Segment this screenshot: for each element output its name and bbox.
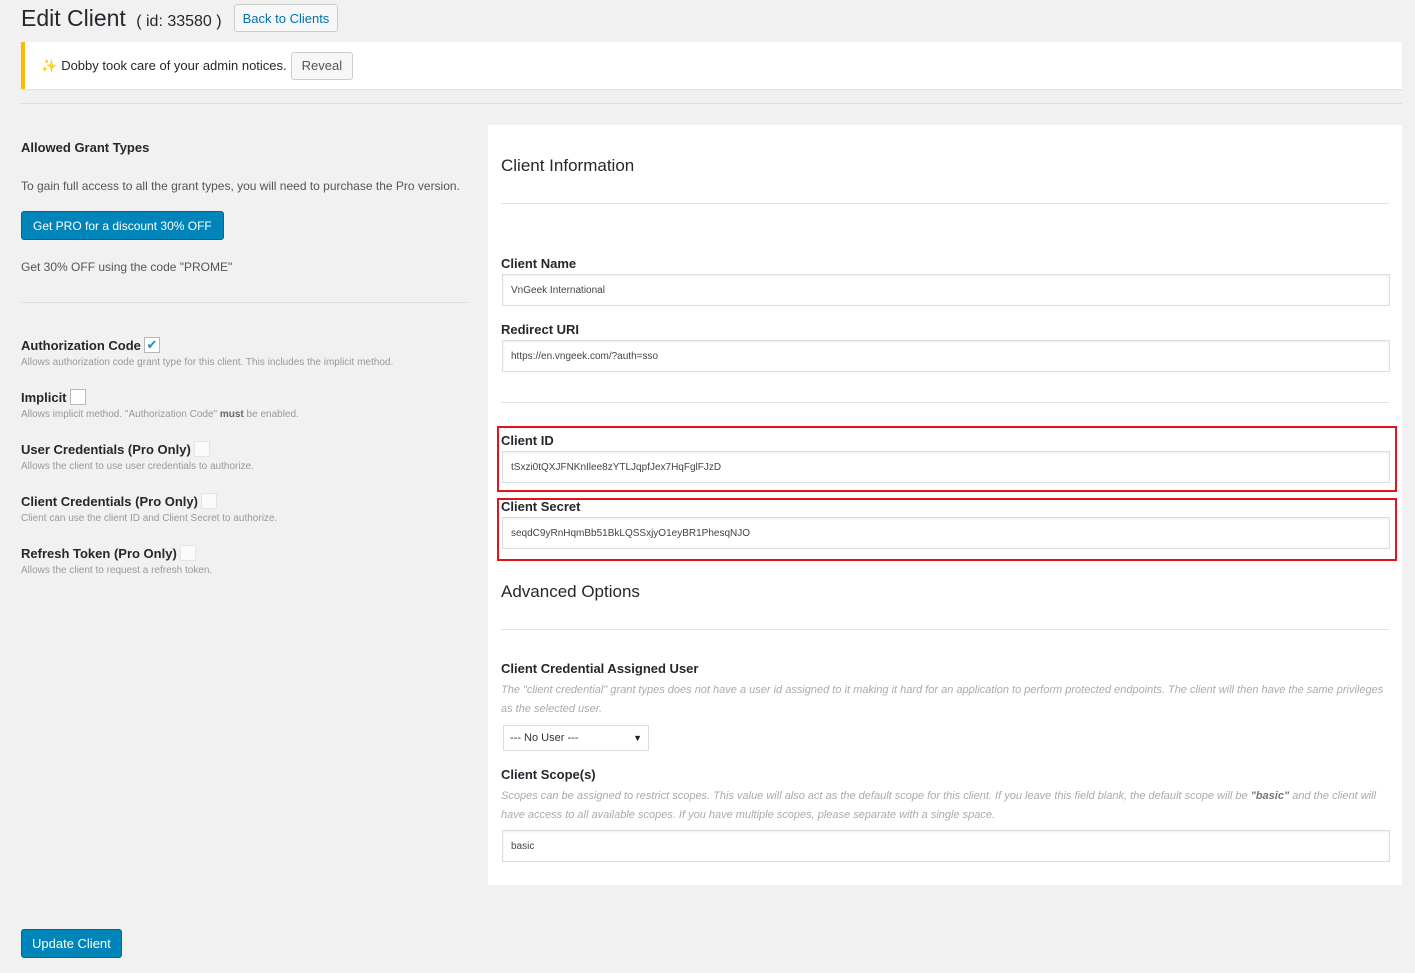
assigned-user-help: The "client credential" grant types does… <box>501 684 1384 715</box>
client-form-panel: Client Information Client Name VnGeek In… <box>488 125 1402 885</box>
sparkle-icon: ✨ <box>41 57 58 73</box>
update-client-button[interactable]: Update Client <box>21 929 122 958</box>
advanced-options-heading: Advanced Options <box>501 582 640 601</box>
implicit-checkbox[interactable] <box>69 389 86 405</box>
grant-types-heading: Allowed Grant Types <box>21 140 150 155</box>
page-header: Edit Client ( id: 33580 ) Back to Client… <box>21 4 339 32</box>
grant-description: Allows authorization code grant type for… <box>21 357 394 368</box>
grant-user-credentials: User Credentials (Pro Only) Allows the c… <box>21 439 468 472</box>
grant-description: Allows the client to use user credential… <box>21 461 254 472</box>
reveal-button[interactable]: Reveal <box>290 51 354 80</box>
client-id-text: ( id: 33580 ) <box>136 12 222 30</box>
page-title: Edit Client ( id: 33580 ) <box>21 4 222 31</box>
divider <box>501 203 1389 204</box>
grant-types-description: To gain full access to all the grant typ… <box>21 179 460 193</box>
promo-text: Get 30% OFF using the code "PROME" <box>21 260 233 274</box>
divider <box>501 402 1389 403</box>
checkmark-icon: ✔ <box>146 337 158 352</box>
grant-description: Allows the client to request a refresh t… <box>21 565 213 576</box>
dropdown-arrow-icon: ▼ <box>633 733 642 743</box>
grant-description: Allows implicit method. "Authorization C… <box>21 409 299 420</box>
assigned-user-label: Client Credential Assigned User <box>501 661 699 676</box>
refresh-token-checkbox <box>179 545 196 561</box>
client-name-input[interactable]: VnGeek International <box>502 274 1390 306</box>
user-credentials-checkbox <box>193 441 210 457</box>
grant-refresh-token: Refresh Token (Pro Only) Allows the clie… <box>21 543 468 576</box>
assigned-user-select[interactable]: --- No User --- ▼ <box>503 725 649 751</box>
grant-description: Client can use the client ID and Client … <box>21 513 278 524</box>
client-scope-input[interactable]: basic <box>502 830 1390 862</box>
grant-label: Refresh Token (Pro Only) <box>21 545 177 561</box>
client-id-label: Client ID <box>501 433 554 448</box>
redirect-uri-input[interactable]: https://en.vngeek.com/?auth=sso <box>502 340 1390 372</box>
admin-notice: ✨ Dobby took care of your admin notices.… <box>21 42 1402 89</box>
client-information-heading: Client Information <box>501 156 635 175</box>
client-secret-label: Client Secret <box>501 499 581 514</box>
client-id-input[interactable]: tSxzi0tQXJFNKnIlee8zYTLJqpfJex7HqFglFJzD <box>502 451 1390 483</box>
grant-label: Authorization Code <box>21 337 141 353</box>
grant-types-section: Allowed Grant Types To gain full access … <box>21 140 468 576</box>
client-name-label: Client Name <box>501 256 577 271</box>
grant-label: Implicit <box>21 389 67 405</box>
divider <box>501 629 1389 630</box>
grant-authorization-code: Authorization Code ✔ Allows authorizatio… <box>21 335 468 368</box>
client-secret-input[interactable]: seqdC9yRnHqmBb51BkLQSSxjyO1eyBR1PhesqNJO <box>502 517 1390 549</box>
redirect-uri-label: Redirect URI <box>501 322 580 337</box>
grant-client-credentials: Client Credentials (Pro Only) Client can… <box>21 491 468 524</box>
grant-label: Client Credentials (Pro Only) <box>21 493 198 509</box>
get-pro-button[interactable]: Get PRO for a discount 30% OFF <box>21 211 224 240</box>
client-credentials-checkbox <box>200 493 217 509</box>
client-scope-help: Scopes can be assigned to restrict scope… <box>501 790 1377 821</box>
notice-text: Dobby took care of your admin notices. <box>61 58 287 73</box>
divider <box>21 103 1402 104</box>
grant-implicit: Implicit Allows implicit method. "Author… <box>21 387 468 420</box>
client-scope-label: Client Scope(s) <box>501 767 596 782</box>
divider <box>21 302 468 303</box>
back-to-clients-button[interactable]: Back to Clients <box>233 4 339 32</box>
grant-label: User Credentials (Pro Only) <box>21 441 191 457</box>
authorization-code-checkbox[interactable]: ✔ <box>143 337 160 353</box>
